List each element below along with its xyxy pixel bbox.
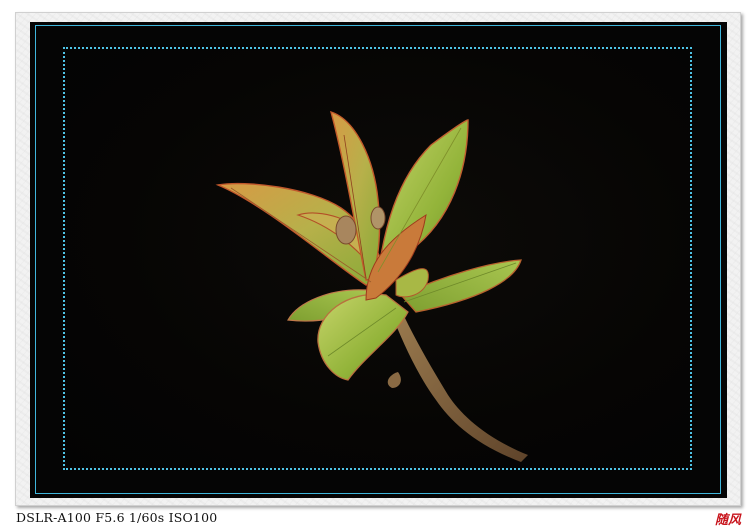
- photographer-signature: 随风: [714, 513, 741, 528]
- flower-bud-right: [370, 206, 386, 230]
- photograph: [66, 50, 689, 467]
- photo-page: DSLR-A100 F5.6 1/60s ISO100 随风: [0, 0, 755, 529]
- exif-caption: DSLR-A100 F5.6 1/60s ISO100: [16, 510, 218, 525]
- stem: [394, 316, 528, 462]
- flower-bud-left: [335, 215, 357, 245]
- leaf-sprig-illustration: [215, 110, 528, 462]
- stem-bud: [387, 372, 401, 388]
